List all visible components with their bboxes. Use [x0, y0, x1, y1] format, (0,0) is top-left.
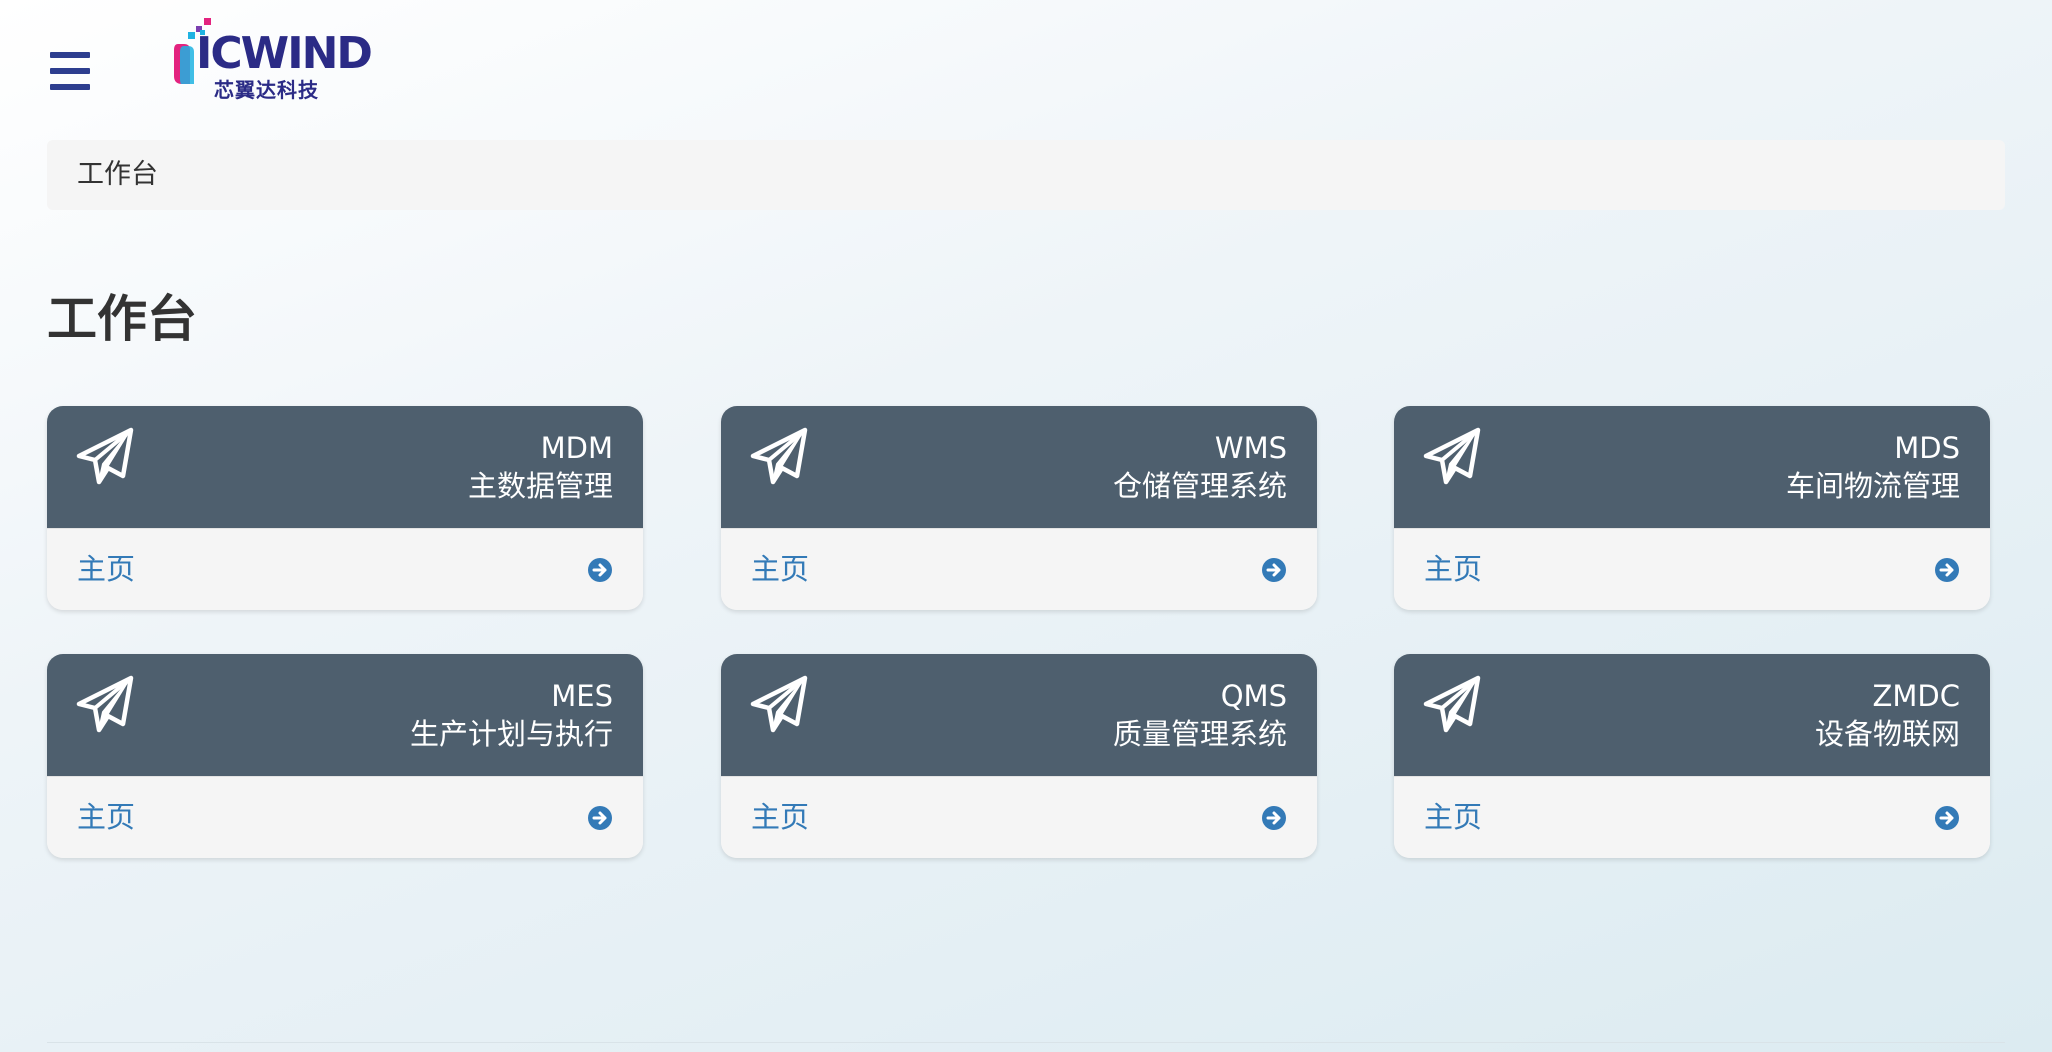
module-card-wms[interactable]: WMS 仓储管理系统 主页	[721, 406, 1317, 610]
top-bar: ICWIND 芯翼达科技	[0, 0, 2052, 130]
arrow-circle-right-icon[interactable]	[587, 557, 613, 583]
paper-plane-icon	[1423, 427, 1481, 485]
card-header: QMS 质量管理系统	[721, 654, 1317, 776]
module-name: 仓储管理系统	[1112, 469, 1287, 503]
card-header: ZMDC 设备物联网	[1394, 654, 1990, 776]
card-footer[interactable]: 主页	[721, 528, 1317, 610]
home-link[interactable]: 主页	[1424, 549, 1482, 589]
arrow-circle-right-icon[interactable]	[1934, 557, 1960, 583]
paper-plane-icon	[1423, 675, 1481, 733]
module-name: 主数据管理	[467, 469, 613, 503]
module-code: WMS	[1214, 431, 1287, 465]
card-footer[interactable]: 主页	[1394, 776, 1990, 858]
card-footer[interactable]: 主页	[47, 776, 643, 858]
card-header: WMS 仓储管理系统	[721, 406, 1317, 528]
arrow-circle-right-icon[interactable]	[1934, 805, 1960, 831]
page-title: 工作台	[47, 290, 197, 348]
arrow-circle-right-icon[interactable]	[1261, 557, 1287, 583]
module-code: ZMDC	[1872, 679, 1960, 713]
arrow-circle-right-icon[interactable]	[587, 805, 613, 831]
module-code: MDS	[1894, 431, 1960, 465]
module-code: QMS	[1220, 679, 1287, 713]
home-link[interactable]: 主页	[77, 797, 135, 837]
home-link[interactable]: 主页	[77, 549, 135, 589]
paper-plane-icon	[76, 427, 134, 485]
footer-divider	[47, 1042, 2005, 1043]
module-card-mdm[interactable]: MDM 主数据管理 主页	[47, 406, 643, 610]
home-link[interactable]: 主页	[751, 797, 809, 837]
card-footer[interactable]: 主页	[721, 776, 1317, 858]
breadcrumb-current: 工作台	[77, 159, 158, 190]
home-link[interactable]: 主页	[751, 549, 809, 589]
module-card-zmdc[interactable]: ZMDC 设备物联网 主页	[1394, 654, 1990, 858]
paper-plane-icon	[76, 675, 134, 733]
card-footer[interactable]: 主页	[1394, 528, 1990, 610]
module-code: MDM	[540, 431, 613, 465]
module-card-mds[interactable]: MDS 车间物流管理 主页	[1394, 406, 1990, 610]
module-card-mes[interactable]: MES 生产计划与执行 主页	[47, 654, 643, 858]
module-name: 车间物流管理	[1785, 469, 1960, 503]
module-card-qms[interactable]: QMS 质量管理系统 主页	[721, 654, 1317, 858]
home-link[interactable]: 主页	[1424, 797, 1482, 837]
module-name: 设备物联网	[1814, 717, 1960, 751]
arrow-circle-right-icon[interactable]	[1261, 805, 1287, 831]
paper-plane-icon	[750, 427, 808, 485]
card-header: MES 生产计划与执行	[47, 654, 643, 776]
module-name: 生产计划与执行	[409, 717, 613, 751]
card-header: MDM 主数据管理	[47, 406, 643, 528]
module-name: 质量管理系统	[1112, 717, 1287, 751]
hamburger-menu-icon[interactable]	[50, 52, 90, 92]
company-logo[interactable]: ICWIND 芯翼达科技	[170, 14, 373, 104]
logo-subtitle: 芯翼达科技	[214, 78, 319, 102]
logo-wordmark: ICWIND	[196, 28, 373, 79]
card-header: MDS 车间物流管理	[1394, 406, 1990, 528]
module-code: MES	[551, 679, 613, 713]
card-footer[interactable]: 主页	[47, 528, 643, 610]
breadcrumb: 工作台	[47, 140, 2005, 210]
paper-plane-icon	[750, 675, 808, 733]
